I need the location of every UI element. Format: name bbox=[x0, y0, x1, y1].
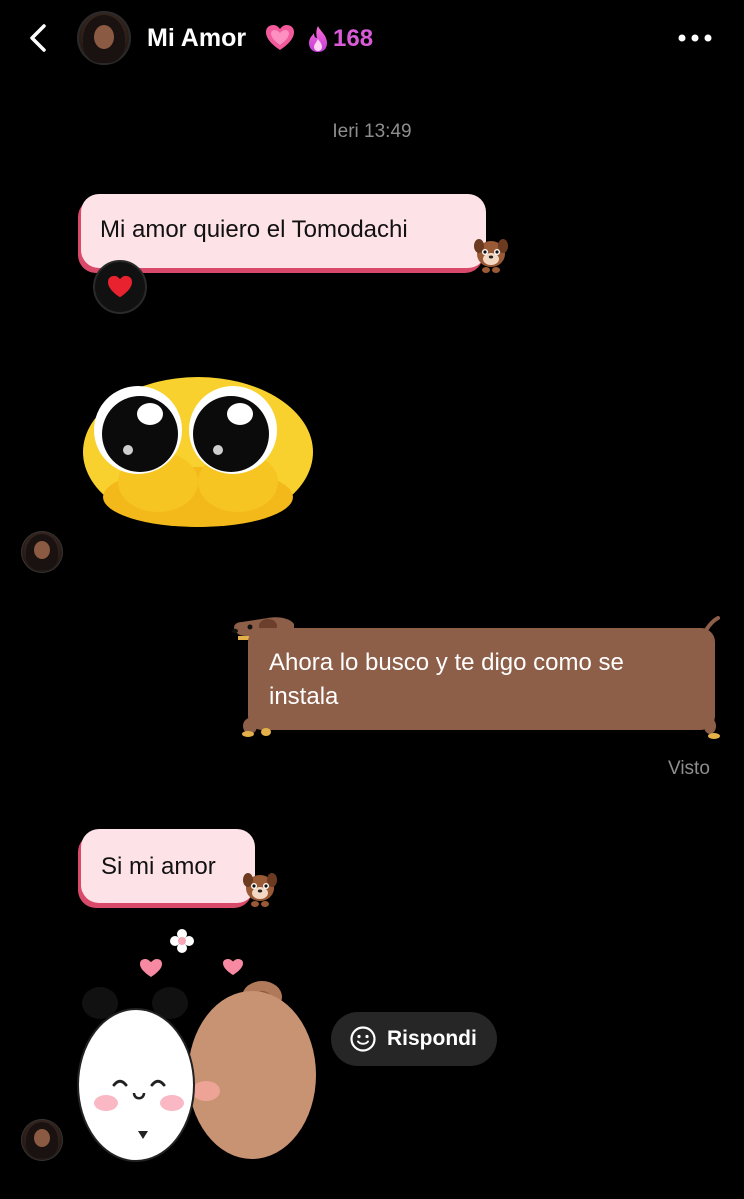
outgoing-message[interactable]: Ahora lo busco y te digo como se instala bbox=[248, 628, 715, 730]
message-text: Ahora lo busco y te digo como se instala bbox=[269, 649, 624, 710]
chat-header: Mi Amor 168 bbox=[0, 0, 744, 80]
message-text: Si mi amor bbox=[101, 853, 216, 880]
contact-avatar[interactable] bbox=[77, 11, 131, 65]
incoming-message[interactable]: Si mi amor bbox=[81, 829, 255, 903]
streak-badge: 168 bbox=[307, 24, 373, 54]
contact-name[interactable]: Mi Amor bbox=[147, 24, 246, 53]
dachshund-paws-decoration-icon bbox=[242, 718, 271, 737]
contact-avatar-small[interactable] bbox=[21, 1119, 63, 1161]
dachshund-tail-decoration-icon bbox=[704, 616, 720, 739]
contact-avatar-small[interactable] bbox=[21, 531, 63, 573]
smiley-icon bbox=[350, 1026, 376, 1052]
red-heart-icon bbox=[108, 275, 132, 298]
more-horizontal-icon bbox=[678, 34, 712, 42]
message-reaction[interactable] bbox=[93, 260, 147, 314]
seen-status: Visto bbox=[668, 758, 710, 779]
reply-label: Rispondi bbox=[387, 1027, 477, 1050]
chat-timestamp: Ieri 13:49 bbox=[332, 121, 412, 142]
chat-screen: Mi Amor 168 Ieri 13:49 Mi amor quiero el… bbox=[0, 0, 744, 1199]
back-button[interactable] bbox=[24, 20, 54, 56]
chevron-left-icon bbox=[30, 24, 46, 52]
streak-count: 168 bbox=[333, 25, 374, 52]
puppy-bubble-decoration-icon bbox=[243, 873, 277, 907]
pink-heart-icon bbox=[266, 25, 294, 50]
flame-icon bbox=[309, 26, 327, 52]
reply-button[interactable]: Rispondi bbox=[331, 1012, 497, 1066]
message-text: Mi amor quiero el Tomodachi bbox=[100, 216, 408, 243]
more-options-button[interactable] bbox=[676, 28, 714, 48]
pleading-face-sticker[interactable] bbox=[78, 372, 318, 530]
incoming-message[interactable]: Mi amor quiero el Tomodachi bbox=[81, 194, 486, 268]
puppy-bubble-decoration-icon bbox=[474, 239, 508, 273]
panda-bear-hug-sticker[interactable] bbox=[76, 925, 320, 1165]
